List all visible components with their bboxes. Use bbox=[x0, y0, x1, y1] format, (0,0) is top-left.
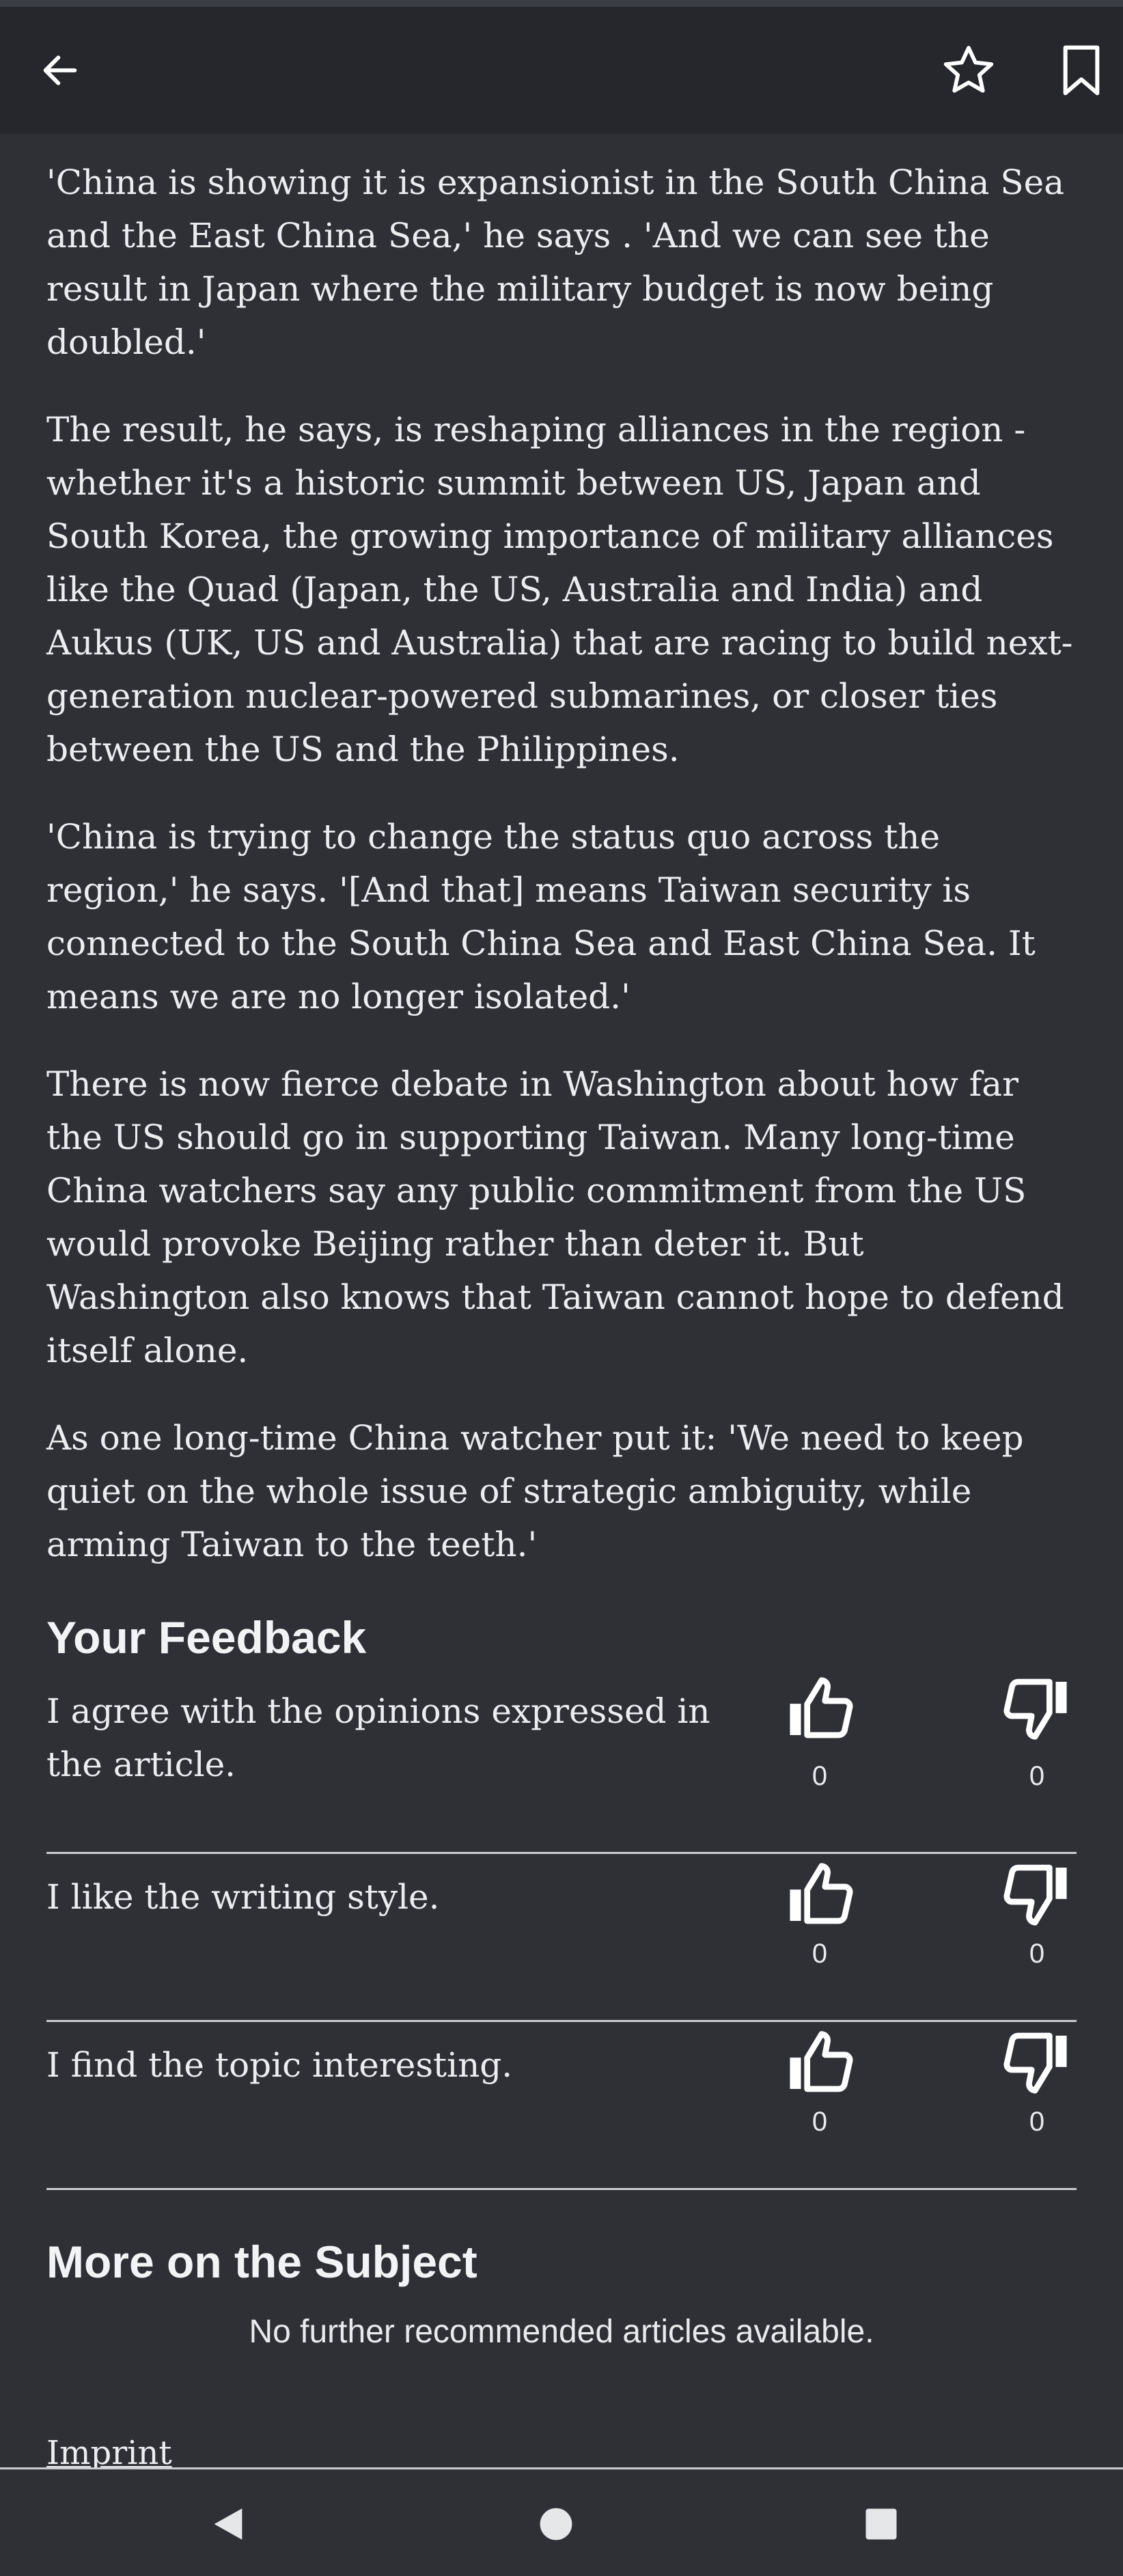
like-count: 0 bbox=[812, 2107, 828, 2137]
system-recents-button[interactable] bbox=[847, 2490, 915, 2558]
thumbs-down-icon bbox=[1003, 1678, 1067, 1740]
dislike-button[interactable]: 0 bbox=[989, 2022, 1085, 2137]
article-content: 'China is showing it is expansionist in … bbox=[46, 134, 1077, 2472]
feedback-item: I find the topic interesting. 0 0 bbox=[46, 2022, 1077, 2190]
dislike-count: 0 bbox=[1029, 2107, 1045, 2137]
like-button[interactable]: 0 bbox=[772, 1668, 868, 1792]
feedback-item: I agree with the opinions expressed in t… bbox=[46, 1668, 1077, 1854]
thumbs-down-icon bbox=[1003, 1864, 1067, 1926]
article-paragraph: As one long-time China watcher put it: '… bbox=[46, 1418, 1024, 1564]
like-count: 0 bbox=[812, 1939, 828, 1969]
no-recommendations-message: No further recommended articles availabl… bbox=[249, 2314, 874, 2350]
article-paragraph: There is now fierce debate in Washington… bbox=[46, 1064, 1064, 1370]
dislike-count: 0 bbox=[1029, 1939, 1045, 1969]
circle-home-icon bbox=[540, 2508, 572, 2540]
imprint-link[interactable]: Imprint bbox=[46, 2434, 172, 2472]
like-count: 0 bbox=[812, 1761, 828, 1791]
feedback-statement: I find the topic interesting. bbox=[46, 2045, 513, 2085]
feedback-list: I agree with the opinions expressed in t… bbox=[46, 1668, 1077, 2190]
system-home-button[interactable] bbox=[522, 2490, 590, 2558]
system-back-button[interactable] bbox=[194, 2490, 262, 2558]
like-button[interactable]: 0 bbox=[772, 2022, 868, 2137]
app-toolbar bbox=[0, 7, 1123, 134]
article-paragraph: 'China is trying to change the status qu… bbox=[46, 817, 1036, 1016]
feedback-title: Your Feedback bbox=[46, 1612, 367, 1663]
arrow-left-icon bbox=[43, 55, 77, 85]
system-navigation-bar bbox=[0, 2467, 1123, 2576]
dislike-count: 0 bbox=[1029, 1761, 1045, 1791]
thumbs-up-icon bbox=[790, 1677, 853, 1739]
thumbs-up-icon bbox=[790, 2031, 853, 2092]
thumbs-up-icon bbox=[790, 1863, 853, 1924]
favorite-button[interactable] bbox=[931, 33, 1006, 108]
status-bar bbox=[0, 0, 1123, 7]
article-paragraph: The result, he says, is reshaping allian… bbox=[46, 410, 1073, 769]
thumbs-down-icon bbox=[1003, 2032, 1067, 2094]
dislike-button[interactable]: 0 bbox=[989, 1668, 1085, 1792]
bookmark-button[interactable] bbox=[1044, 33, 1119, 108]
dislike-button[interactable]: 0 bbox=[989, 1854, 1085, 1969]
feedback-statement: I like the writing style. bbox=[46, 1877, 440, 1917]
bookmark-outline-icon bbox=[1063, 45, 1100, 96]
article-paragraph: 'China is showing it is expansionist in … bbox=[46, 163, 1065, 362]
feedback-statement: I agree with the opinions expressed in t… bbox=[46, 1691, 710, 1784]
feedback-item: I like the writing style. 0 0 bbox=[46, 1854, 1077, 2022]
triangle-back-icon bbox=[214, 2508, 242, 2540]
star-outline-icon bbox=[943, 46, 994, 93]
back-button[interactable] bbox=[23, 33, 98, 108]
like-button[interactable]: 0 bbox=[772, 1854, 868, 1969]
square-recents-icon bbox=[865, 2508, 897, 2540]
more-on-subject-title: More on the Subject bbox=[46, 2236, 477, 2287]
article-body: 'China is showing it is expansionist in … bbox=[46, 156, 1077, 1571]
